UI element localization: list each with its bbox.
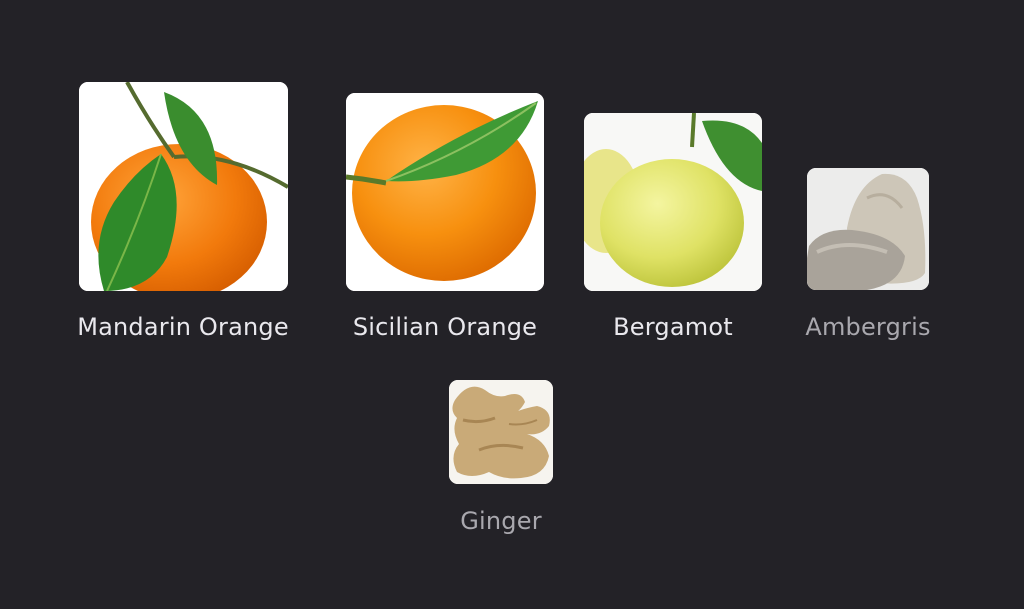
note-label-ambergris: Ambergris: [805, 313, 931, 341]
sicilian-orange-image: [346, 93, 544, 291]
note-label-mandarin-orange: Mandarin Orange: [77, 313, 289, 341]
note-tile-bergamot[interactable]: [584, 113, 762, 291]
note-label-bergamot: Bergamot: [613, 313, 733, 341]
bergamot-image: [584, 113, 762, 291]
mandarin-orange-image: [79, 82, 288, 291]
note-label-ginger: Ginger: [460, 507, 542, 535]
ambergris-image: [807, 168, 929, 290]
note-tile-ambergris[interactable]: [807, 168, 929, 290]
ginger-image: [449, 380, 553, 484]
note-tile-mandarin-orange[interactable]: [79, 82, 288, 291]
note-tile-sicilian-orange[interactable]: [346, 93, 544, 291]
note-label-sicilian-orange: Sicilian Orange: [352, 313, 538, 341]
note-tile-ginger[interactable]: [449, 380, 553, 484]
